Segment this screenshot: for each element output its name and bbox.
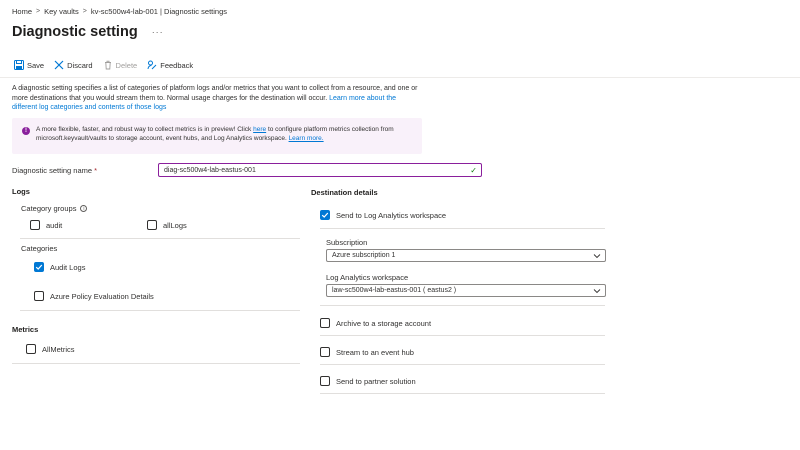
workspace-value: law-sc500w4-lab-eastus-001 ( eastus2 ) (332, 287, 457, 294)
setting-name-input[interactable]: diag-sc500w4-lab-eastus-001 ✓ (158, 163, 482, 177)
checkbox-audit-logs[interactable]: Audit Logs (34, 262, 85, 272)
destination-heading: Destination details (311, 188, 378, 197)
checkbox-label: Azure Policy Evaluation Details (50, 291, 154, 301)
more-options-button[interactable]: ··· (152, 27, 164, 37)
divider (12, 363, 300, 364)
logs-heading: Logs (12, 187, 30, 196)
save-label: Save (27, 60, 45, 70)
preview-info-banner: ! A more flexible, faster, and robust wa… (12, 118, 422, 154)
discard-button[interactable]: Discard (54, 60, 93, 70)
checkbox-label: Send to Log Analytics workspace (336, 210, 447, 220)
workspace-dropdown[interactable]: law-sc500w4-lab-eastus-001 ( eastus2 ) (326, 284, 606, 297)
feedback-label: Feedback (160, 60, 194, 70)
command-bar: Save Discard Delete Feedback (14, 60, 203, 70)
checkbox-audit[interactable]: audit (30, 220, 62, 230)
checkbox-box-checked[interactable] (320, 210, 330, 220)
checkbox-log-analytics[interactable]: Send to Log Analytics workspace (320, 210, 446, 220)
here-link[interactable]: here (253, 126, 266, 133)
checkbox-label: Archive to a storage account (336, 318, 432, 328)
checkbox-azure-policy-evaluation[interactable]: Azure Policy Evaluation Details (34, 291, 154, 301)
valid-check-icon: ✓ (470, 165, 477, 175)
category-groups-header: Category groups i (21, 204, 88, 213)
checkbox-box[interactable] (320, 347, 330, 357)
breadcrumb-key-vaults[interactable]: Key vaults (44, 7, 79, 16)
breadcrumb-current[interactable]: kv-sc500w4-lab-001 | Diagnostic settings (91, 7, 227, 16)
checkmark-icon (321, 212, 329, 218)
discard-label: Discard (67, 60, 93, 70)
divider (320, 393, 605, 394)
checkbox-box[interactable] (320, 318, 330, 328)
subscription-label: Subscription (326, 238, 368, 247)
categories-label: Categories (21, 244, 58, 253)
checkbox-label: allLogs (163, 220, 187, 230)
checkbox-label: Send to partner solution (336, 376, 416, 386)
divider (20, 238, 300, 239)
breadcrumb: Home > Key vaults > kv-sc500w4-lab-001 |… (12, 7, 227, 16)
checkbox-box[interactable] (320, 376, 330, 386)
breadcrumb-home[interactable]: Home (12, 7, 32, 16)
checkbox-box[interactable] (30, 220, 40, 230)
page-title-row: Diagnostic setting ··· (12, 24, 164, 40)
breadcrumb-separator: > (36, 8, 41, 15)
checkbox-box[interactable] (26, 344, 36, 354)
divider (320, 335, 605, 336)
close-icon (54, 60, 64, 70)
info-banner-text-before: A more flexible, faster, and robust way … (36, 126, 252, 133)
toolbar-divider (0, 77, 800, 78)
checkmark-icon (35, 264, 43, 270)
chevron-down-icon (593, 288, 601, 293)
checkbox-box[interactable] (34, 291, 44, 301)
setting-name-label-text: Diagnostic setting name (12, 166, 93, 175)
delete-label: Delete (115, 60, 138, 70)
info-icon[interactable]: i (80, 205, 88, 212)
checkbox-alllogs[interactable]: allLogs (147, 220, 187, 230)
required-marker: * (94, 166, 98, 175)
checkbox-box[interactable] (147, 220, 157, 230)
divider (320, 305, 605, 306)
info-banner-text: A more flexible, faster, and robust way … (36, 126, 416, 143)
save-icon (14, 60, 24, 70)
checkbox-label: AllMetrics (42, 344, 75, 354)
info-icon: ! (22, 127, 30, 135)
subscription-value: Azure subscription 1 (332, 252, 396, 259)
delete-button[interactable]: Delete (103, 60, 138, 70)
checkbox-label: Stream to an event hub (336, 347, 414, 357)
divider (320, 364, 605, 365)
checkbox-label: Audit Logs (50, 262, 86, 272)
page-title: Diagnostic setting (12, 24, 138, 40)
checkbox-allmetrics[interactable]: AllMetrics (26, 344, 75, 354)
feedback-button[interactable]: Feedback (147, 60, 193, 70)
description-text: A diagnostic setting specifies a list of… (12, 84, 422, 113)
category-groups-label: Category groups (21, 204, 77, 213)
metrics-heading: Metrics (12, 325, 39, 334)
feedback-icon (147, 60, 157, 70)
breadcrumb-separator: > (82, 8, 87, 15)
checkbox-box-checked[interactable] (34, 262, 44, 272)
checkbox-partner-solution[interactable]: Send to partner solution (320, 376, 416, 386)
setting-name-value: diag-sc500w4-lab-eastus-001 (164, 166, 256, 174)
divider (320, 228, 605, 229)
checkbox-event-hub[interactable]: Stream to an event hub (320, 347, 414, 357)
subscription-dropdown[interactable]: Azure subscription 1 (326, 249, 606, 262)
checkbox-label: audit (46, 220, 63, 230)
chevron-down-icon (593, 253, 601, 258)
divider (20, 310, 300, 311)
trash-icon (104, 60, 111, 70)
save-button[interactable]: Save (14, 60, 44, 70)
setting-name-label: Diagnostic setting name * (12, 166, 97, 175)
learn-more-link[interactable]: Learn more. (289, 135, 324, 142)
workspace-label: Log Analytics workspace (326, 273, 409, 282)
checkbox-storage-account[interactable]: Archive to a storage account (320, 318, 431, 328)
